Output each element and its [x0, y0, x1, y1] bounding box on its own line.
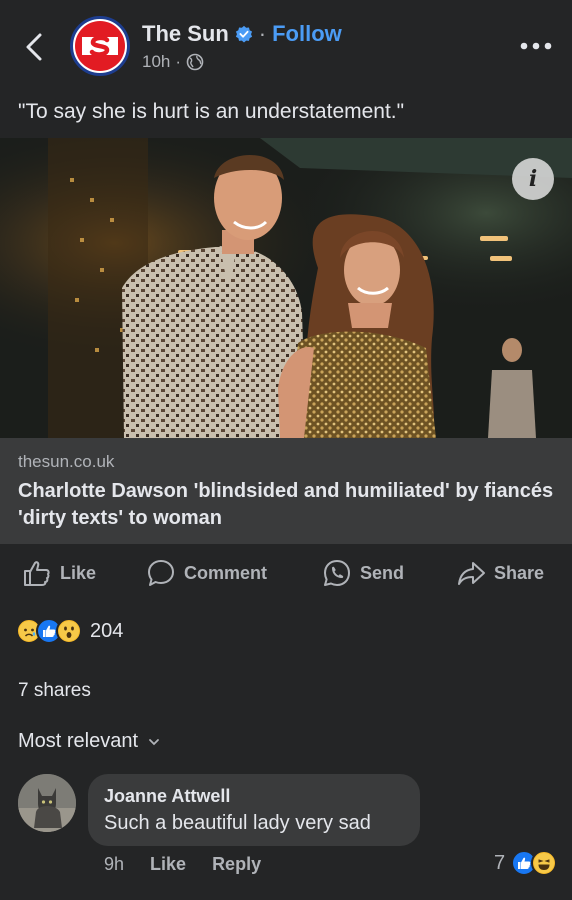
post-header: The Sun · Follow 10h · — [0, 0, 572, 90]
link-domain: thesun.co.uk — [18, 452, 115, 471]
wow-reaction-icon — [56, 618, 82, 644]
comment-avatar[interactable] — [18, 774, 76, 832]
like-label: Like — [60, 562, 97, 583]
comment-reply-button[interactable]: Reply — [212, 854, 261, 875]
comment-reactions[interactable]: 7 — [494, 850, 558, 876]
like-button[interactable]: Like — [22, 558, 96, 588]
more-icon[interactable] — [520, 42, 552, 50]
action-bar: Like Comment Send Share — [0, 552, 572, 596]
comment-like-button[interactable]: Like — [150, 854, 186, 875]
comment-time: 9h — [104, 854, 125, 874]
link-preview[interactable]: thesun.co.uk Charlotte Dawson 'blindside… — [0, 438, 572, 544]
post-caption: "To say she is hurt is an understatement… — [18, 100, 405, 123]
comment-button[interactable]: Comment — [146, 558, 267, 588]
haha-reaction-icon — [531, 850, 558, 876]
post-time[interactable]: 10h — [142, 52, 170, 72]
page-name[interactable]: The Sun — [142, 21, 229, 47]
sort-label: Most relevant — [18, 730, 139, 752]
comment-icon — [148, 560, 174, 586]
chevron-down-icon — [149, 738, 159, 745]
back-icon[interactable] — [22, 30, 48, 64]
info-icon[interactable]: i — [512, 158, 554, 200]
reaction-count: 204 — [90, 619, 124, 642]
like-icon — [24, 561, 50, 586]
share-count[interactable]: 7 shares — [18, 680, 91, 702]
comment-text: Such a beautiful lady very sad — [104, 812, 371, 834]
post-image[interactable] — [0, 138, 572, 438]
share-label: Share — [494, 562, 545, 583]
comment-author[interactable]: Joanne Attwell — [104, 786, 230, 807]
globe-icon — [186, 53, 204, 71]
comment-sort-dropdown[interactable]: Most relevant — [18, 730, 160, 753]
share-button[interactable]: Share — [456, 558, 544, 588]
reaction-summary[interactable]: 204 — [16, 618, 123, 644]
meta-separator: · — [175, 52, 182, 71]
send-button[interactable]: Send — [322, 558, 404, 588]
comment-bubble[interactable]: Joanne Attwell Such a beautiful lady ver… — [88, 774, 420, 846]
separator-dot: · — [258, 21, 267, 46]
follow-button[interactable]: Follow — [272, 21, 342, 47]
verified-icon — [235, 25, 252, 43]
sun-logo-icon — [75, 21, 125, 71]
comment-reaction-count: 7 — [494, 851, 506, 874]
link-headline: Charlotte Dawson 'blindsided and humilia… — [18, 480, 554, 529]
page-avatar[interactable] — [70, 16, 130, 76]
send-icon — [324, 560, 350, 586]
comment-label: Comment — [184, 562, 268, 583]
send-label: Send — [360, 562, 405, 583]
comment-meta: 9h Like Reply — [104, 854, 287, 875]
share-icon — [458, 562, 485, 585]
